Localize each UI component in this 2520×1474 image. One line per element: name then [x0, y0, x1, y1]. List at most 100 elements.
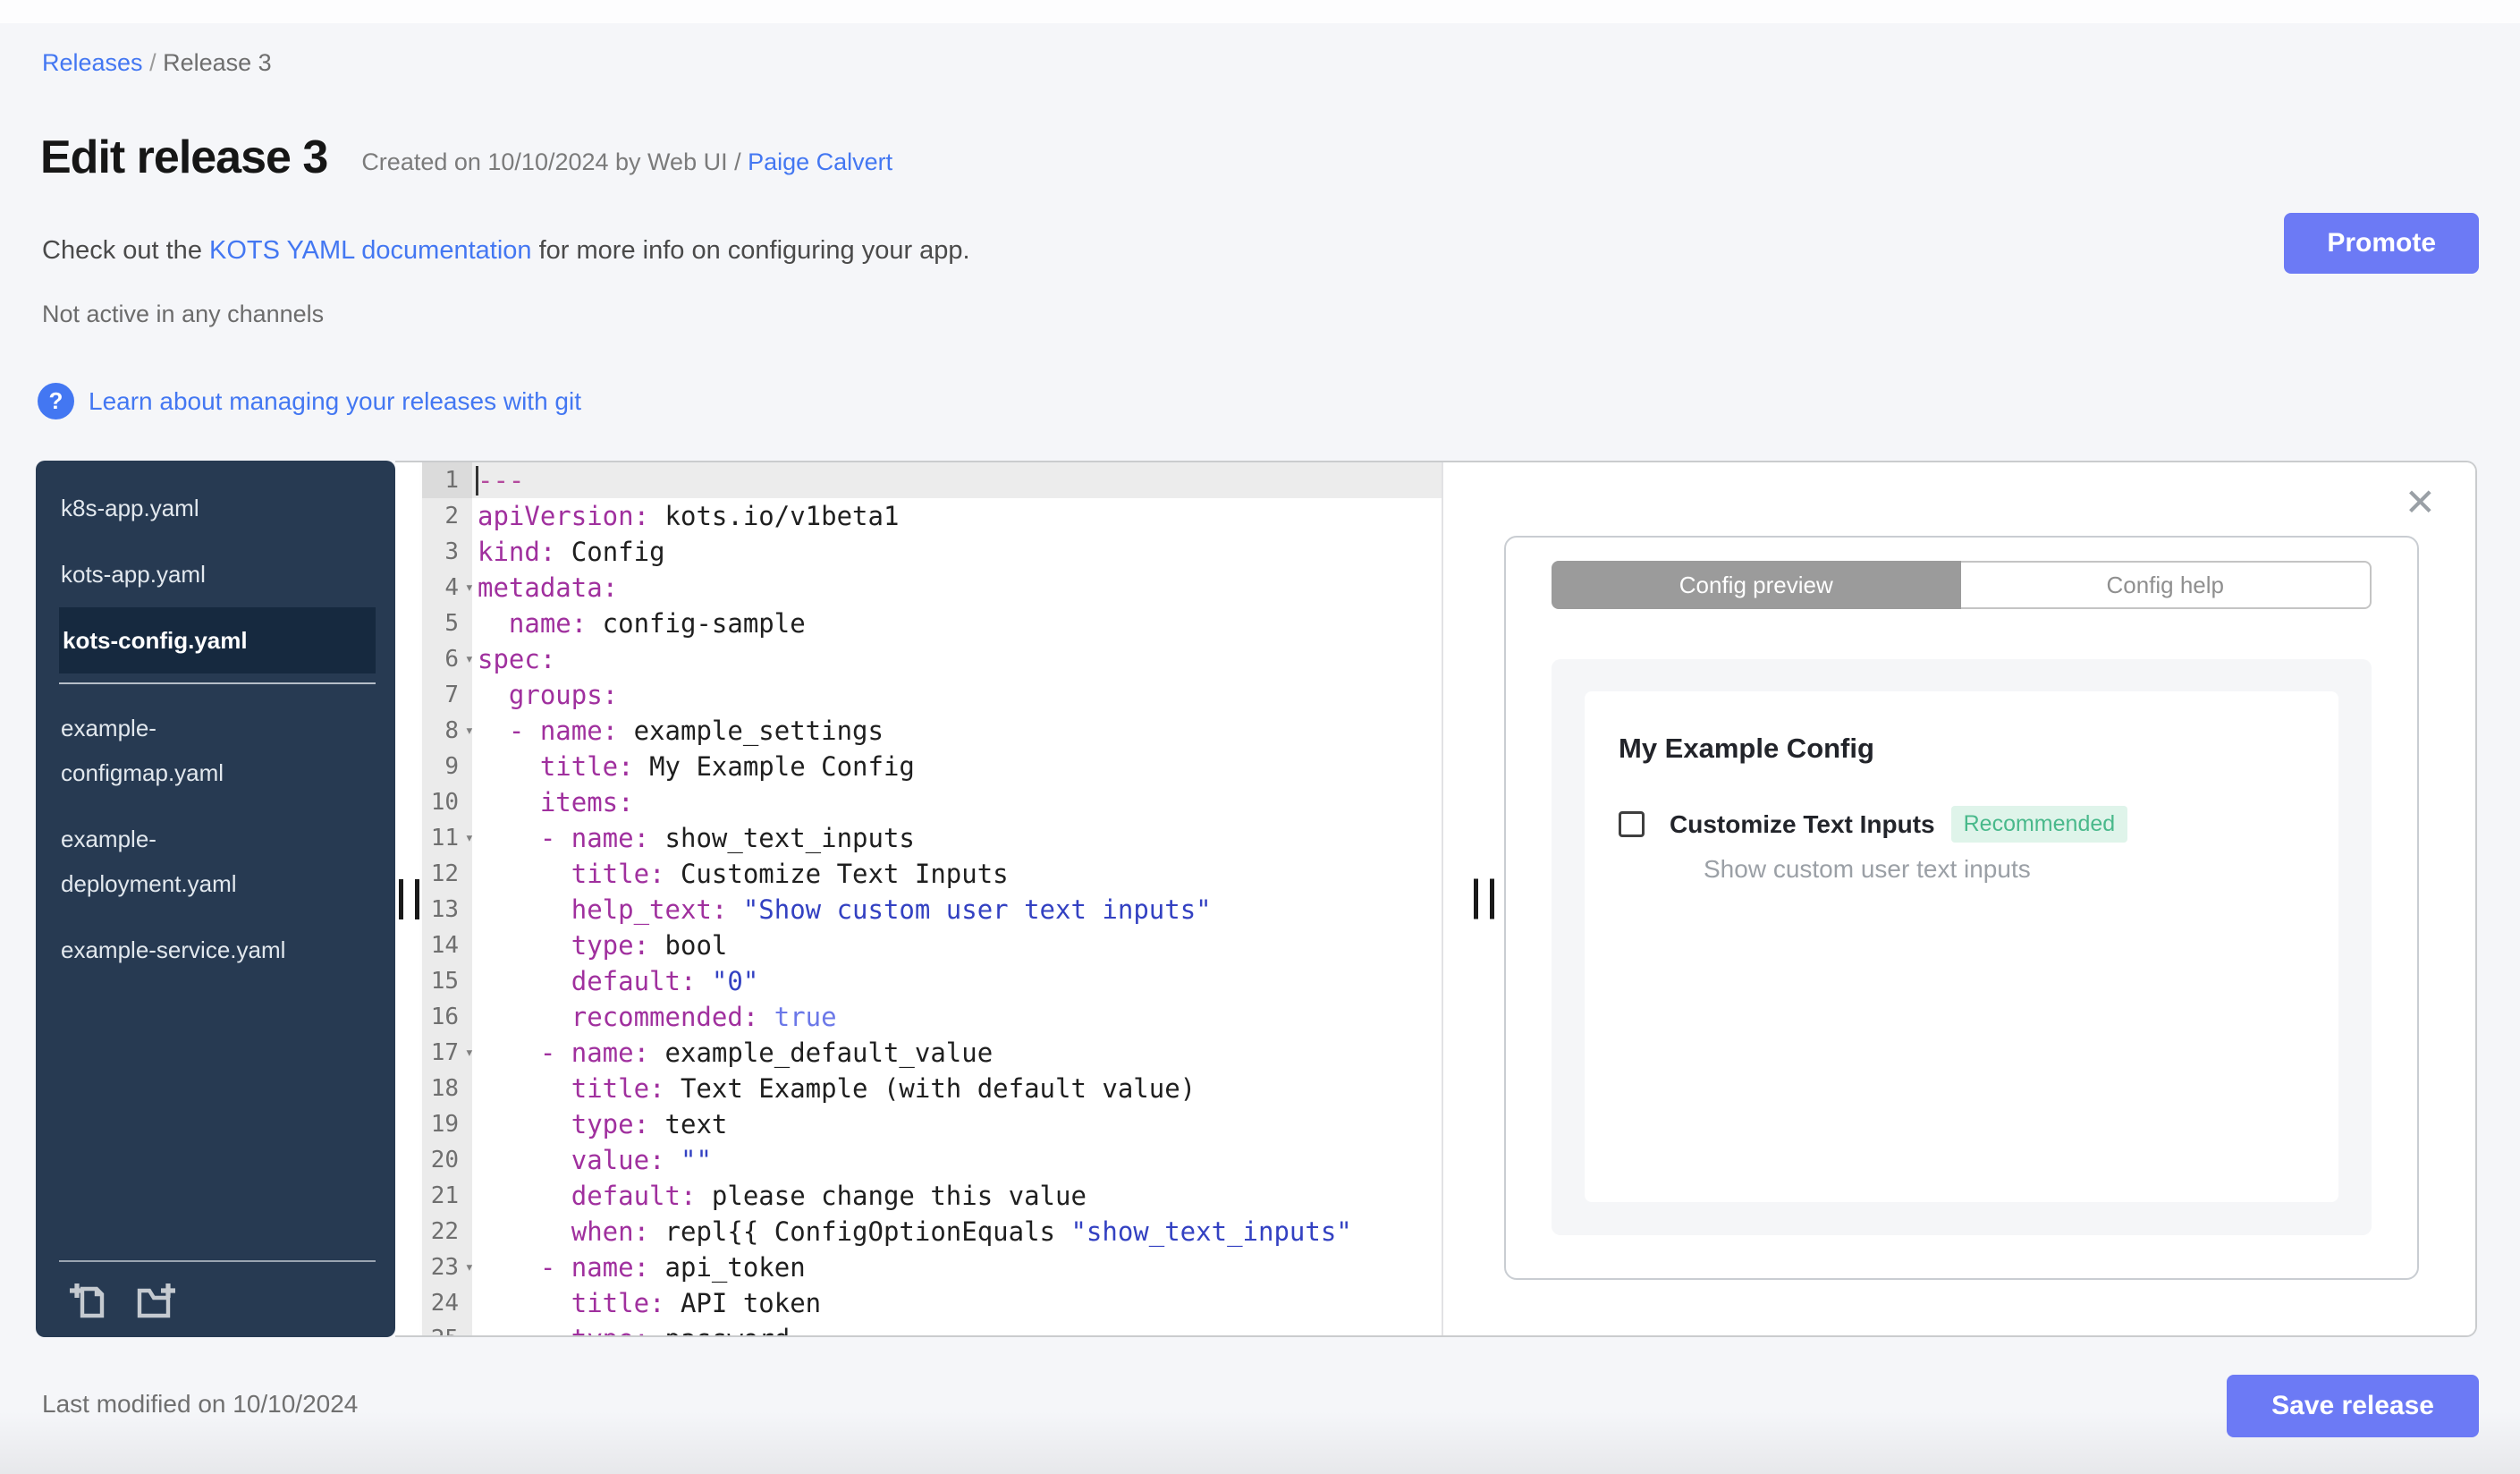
- text-cursor: [476, 466, 478, 496]
- editor-line-16[interactable]: 16 recommended: true: [422, 999, 1442, 1035]
- new-file-icon[interactable]: [68, 1280, 111, 1323]
- code-lines: 1 --- 2 apiVersion: kots.io/v1beta1 3 kind: C…: [422, 462, 1442, 1335]
- question-icon[interactable]: ?: [38, 383, 74, 419]
- line-number: 20: [422, 1142, 472, 1178]
- editor-line-19[interactable]: 19 type: text: [422, 1106, 1442, 1142]
- save-release-button[interactable]: Save release: [2227, 1375, 2479, 1437]
- editor-line-8[interactable]: 8 ▾ - name: example_settings: [422, 713, 1442, 749]
- file-list-secondary: example-configmap.yaml example-deployment…: [36, 693, 395, 983]
- config-preview-card: My Example Config Customize Text Inputs …: [1585, 691, 2338, 1202]
- editor-line-15[interactable]: 15 default: "0": [422, 963, 1442, 999]
- author-link[interactable]: Paige Calvert: [748, 148, 892, 175]
- sidebar-resize-handle[interactable]: [395, 462, 422, 1335]
- doc-line: Check out the KOTS YAML documentation fo…: [42, 236, 970, 266]
- sidebar-item-example-deployment-yaml[interactable]: example-deployment.yaml: [36, 806, 395, 917]
- line-number: 12: [422, 856, 472, 892]
- line-number: 25: [422, 1321, 472, 1335]
- editor-line-6[interactable]: 6 ▾ spec:: [422, 641, 1442, 677]
- close-icon[interactable]: ✕: [2405, 484, 2436, 521]
- editor-line-10[interactable]: 10 items:: [422, 784, 1442, 820]
- bottom-fade: [0, 1411, 2520, 1474]
- line-number: 24: [422, 1285, 472, 1321]
- line-number: 21: [422, 1178, 472, 1214]
- editor-line-11[interactable]: 11 ▾ - name: show_text_inputs: [422, 820, 1442, 856]
- breadcrumb-current: Release 3: [163, 49, 272, 76]
- line-number: 17 ▾: [422, 1035, 474, 1071]
- line-number: 22: [422, 1214, 472, 1250]
- line-number: 15: [422, 963, 472, 999]
- git-help-row[interactable]: ? Learn about managing your releases wit…: [38, 383, 581, 419]
- new-folder-icon[interactable]: [134, 1280, 177, 1323]
- line-number: 8 ▾: [422, 713, 474, 749]
- config-preview-area: My Example Config Customize Text Inputs …: [1552, 659, 2372, 1235]
- line-number: 1: [422, 462, 472, 498]
- recommended-badge: Recommended: [1950, 806, 2128, 843]
- line-number: 11 ▾: [422, 820, 474, 856]
- breadcrumb-releases-link[interactable]: Releases: [42, 49, 143, 76]
- created-meta: Created on 10/10/2024 by Web UI / Paige …: [361, 148, 892, 176]
- last-modified-text: Last modified on 10/10/2024: [42, 1390, 359, 1418]
- line-number: 13: [422, 892, 472, 928]
- line-number: 3: [422, 534, 472, 570]
- sidebar-item-kots-app-yaml[interactable]: kots-app.yaml: [36, 541, 395, 607]
- promote-button[interactable]: Promote: [2284, 213, 2479, 274]
- drag-handle-icon: [398, 878, 419, 919]
- editor-line-14[interactable]: 14 type: bool: [422, 928, 1442, 963]
- doc-line-suffix: for more info on configuring your app.: [531, 236, 970, 265]
- editor-panel-container: 1 --- 2 apiVersion: kots.io/v1beta1 3 kind: C…: [395, 461, 2477, 1337]
- editor-line-21[interactable]: 21 default: please change this value: [422, 1178, 1442, 1214]
- editor-line-4[interactable]: 4 ▾ metadata:: [422, 570, 1442, 606]
- line-number: 10: [422, 784, 472, 820]
- editor-line-9[interactable]: 9 title: My Example Config: [422, 749, 1442, 784]
- editor-line-2[interactable]: 2 apiVersion: kots.io/v1beta1: [422, 498, 1442, 534]
- editor-line-25[interactable]: 25 type: password: [422, 1321, 1442, 1335]
- editor-line-13[interactable]: 13 help_text: "Show custom user text inp…: [422, 892, 1442, 928]
- created-text: Created on 10/10/2024 by Web UI /: [361, 148, 748, 175]
- editor-line-24[interactable]: 24 title: API token: [422, 1285, 1442, 1321]
- kots-yaml-doc-link[interactable]: KOTS YAML documentation: [209, 236, 532, 265]
- config-item-label[interactable]: Customize Text Inputs: [1670, 810, 1935, 839]
- config-item-row: Customize Text Inputs Recommended: [1619, 806, 2303, 843]
- line-number: 7: [422, 677, 472, 713]
- page-title: Edit release 3: [40, 131, 328, 183]
- editor-line-18[interactable]: 18 title: Text Example (with default val…: [422, 1071, 1442, 1106]
- editor-line-7[interactable]: 7 groups:: [422, 677, 1442, 713]
- config-card: Config preview Config help My Example Con…: [1504, 536, 2419, 1280]
- sidebar-item-kots-config-yaml[interactable]: kots-config.yaml: [59, 607, 376, 673]
- line-number: 2: [422, 498, 472, 534]
- line-number: 16: [422, 999, 472, 1035]
- line-number: 18: [422, 1071, 472, 1106]
- line-number: 14: [422, 928, 472, 963]
- sidebar-item-example-configmap-yaml[interactable]: example-configmap.yaml: [36, 695, 395, 806]
- sidebar-item-example-service-yaml[interactable]: example-service.yaml: [36, 917, 395, 983]
- channel-status: Not active in any channels: [42, 301, 325, 327]
- customize-text-inputs-checkbox[interactable]: [1619, 811, 1645, 837]
- editor-line-17[interactable]: 17 ▾ - name: example_default_value: [422, 1035, 1442, 1071]
- yaml-code-editor[interactable]: 1 --- 2 apiVersion: kots.io/v1beta1 3 kind: C…: [422, 462, 1443, 1335]
- tab-config-preview[interactable]: Config preview: [1552, 561, 1961, 609]
- release-editor-area: k8s-app.yaml kots-app.yaml kots-config.yam…: [36, 461, 2477, 1337]
- tab-config-help[interactable]: Config help: [1960, 561, 2372, 609]
- line-number: 4 ▾: [422, 570, 474, 606]
- editor-line-22[interactable]: 22 when: repl{{ ConfigOptionEquals "show…: [422, 1214, 1442, 1250]
- config-group-title: My Example Config: [1619, 733, 1874, 764]
- git-releases-link[interactable]: Learn about managing your releases with …: [89, 387, 581, 416]
- editor-resize-handle[interactable]: [1474, 878, 1494, 919]
- editor-line-1[interactable]: 1 ---: [422, 462, 1442, 498]
- breadcrumb-separator: /: [142, 49, 164, 76]
- config-tabs: Config preview Config help: [1552, 561, 2372, 609]
- editor-line-20[interactable]: 20 value: "": [422, 1142, 1442, 1178]
- line-number: 5: [422, 606, 472, 641]
- sidebar-divider: [59, 682, 376, 684]
- breadcrumb: Releases / Release 3: [42, 49, 272, 77]
- doc-line-prefix: Check out the: [42, 236, 209, 265]
- editor-line-5[interactable]: 5 name: config-sample: [422, 606, 1442, 641]
- config-item-help: Show custom user text inputs: [1704, 855, 2031, 883]
- line-number: 6 ▾: [422, 641, 474, 677]
- line-number: 19: [422, 1106, 472, 1142]
- sidebar-item-k8s-app-yaml[interactable]: k8s-app.yaml: [36, 475, 395, 541]
- editor-line-23[interactable]: 23 ▾ - name: api_token: [422, 1250, 1442, 1285]
- editor-line-3[interactable]: 3 kind: Config: [422, 534, 1442, 570]
- editor-line-12[interactable]: 12 title: Customize Text Inputs: [422, 856, 1442, 892]
- sidebar-footer: [36, 1260, 395, 1337]
